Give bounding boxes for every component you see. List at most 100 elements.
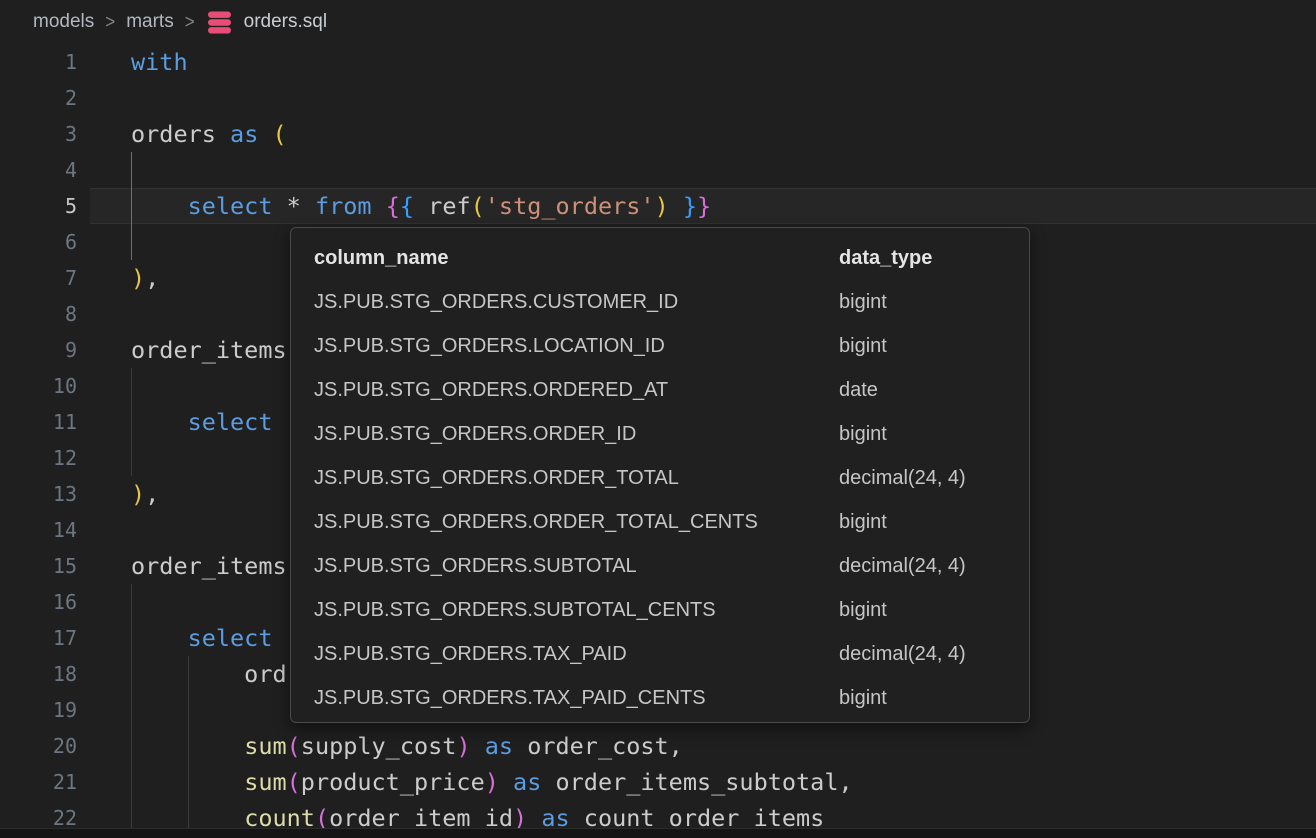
token: supply_cost — [301, 732, 457, 760]
code-line[interactable]: 2 — [0, 80, 1316, 116]
token: select — [188, 624, 273, 652]
token: } — [683, 192, 697, 220]
line-number[interactable]: 4 — [0, 152, 77, 188]
token — [131, 624, 188, 652]
token: from — [315, 192, 372, 220]
tooltip-column-header-name: column_name — [314, 247, 839, 270]
breadcrumb-item-models[interactable]: models — [33, 11, 94, 33]
token: ) — [131, 480, 145, 508]
chevron-right-icon: > — [105, 11, 115, 34]
tooltip-cell-data-type: bigint — [839, 423, 1029, 446]
tooltip-cell-data-type: decimal(24, 4) — [839, 643, 1029, 666]
line-number[interactable]: 13 — [0, 476, 77, 512]
line-number[interactable]: 11 — [0, 404, 77, 440]
code-line[interactable]: 5 select * from {{ ref('stg_orders') }} — [0, 188, 1316, 224]
tooltip-cell-column-name: JS.PUB.STG_ORDERS.TAX_PAID_CENTS — [314, 687, 839, 710]
code-text: ), — [131, 260, 159, 296]
token: , — [145, 264, 159, 292]
line-number[interactable]: 1 — [0, 44, 77, 80]
tooltip-row: JS.PUB.STG_ORDERS.LOCATION_IDbigint — [314, 324, 1029, 368]
line-number[interactable]: 21 — [0, 764, 77, 800]
indent-guide — [188, 656, 189, 692]
token: sum — [244, 732, 286, 760]
indent-guide — [131, 692, 132, 728]
token — [131, 408, 188, 436]
indent-guide — [131, 440, 132, 476]
breadcrumb-file-name[interactable]: orders.sql — [244, 11, 327, 33]
line-number[interactable]: 19 — [0, 692, 77, 728]
indent-guide — [131, 584, 132, 620]
line-number[interactable]: 10 — [0, 368, 77, 404]
line-number[interactable]: 18 — [0, 656, 77, 692]
code-line[interactable]: 21 sum(product_price) as order_items_sub… — [0, 764, 1316, 800]
token: ( — [287, 732, 301, 760]
token — [372, 192, 386, 220]
token — [414, 192, 428, 220]
token: ref — [428, 192, 470, 220]
token: as — [513, 768, 541, 796]
code-text: sum(product_price) as order_items_subtot… — [131, 764, 853, 800]
tooltip-cell-data-type: bigint — [839, 511, 1029, 534]
breadcrumb: models > marts > orders.sql — [0, 0, 1316, 44]
tooltip-cell-column-name: JS.PUB.STG_ORDERS.ORDER_ID — [314, 423, 839, 446]
tooltip-cell-data-type: decimal(24, 4) — [839, 467, 1029, 490]
line-number[interactable]: 9 — [0, 332, 77, 368]
line-number[interactable]: 12 — [0, 440, 77, 476]
line-number[interactable]: 17 — [0, 620, 77, 656]
breadcrumb-item-marts[interactable]: marts — [126, 11, 174, 33]
tooltip-cell-data-type: bigint — [839, 599, 1029, 622]
code-line[interactable]: 4 — [0, 152, 1316, 188]
line-number[interactable]: 6 — [0, 224, 77, 260]
token: order_cost, — [527, 732, 683, 760]
indent-guide — [131, 620, 132, 656]
line-number[interactable]: 3 — [0, 116, 77, 152]
tooltip-cell-data-type: bigint — [839, 687, 1029, 710]
token: as — [230, 120, 258, 148]
tooltip-cell-column-name: JS.PUB.STG_ORDERS.SUBTOTAL — [314, 555, 839, 578]
line-number[interactable]: 15 — [0, 548, 77, 584]
indent-guide — [188, 764, 189, 800]
line-number[interactable]: 14 — [0, 512, 77, 548]
indent-guide — [131, 764, 132, 800]
tooltip-row: JS.PUB.STG_ORDERS.ORDER_TOTAL_CENTSbigin… — [314, 500, 1029, 544]
tooltip-row: JS.PUB.STG_ORDERS.ORDER_TOTALdecimal(24,… — [314, 456, 1029, 500]
token: order_items_subtotal, — [556, 768, 853, 796]
tooltip-row: JS.PUB.STG_ORDERS.TAX_PAIDdecimal(24, 4) — [314, 632, 1029, 676]
tooltip-row: JS.PUB.STG_ORDERS.CUSTOMER_IDbigint — [314, 280, 1029, 324]
line-number[interactable]: 2 — [0, 80, 77, 116]
line-number[interactable]: 20 — [0, 728, 77, 764]
tooltip-cell-column-name: JS.PUB.STG_ORDERS.SUBTOTAL_CENTS — [314, 599, 839, 622]
token: select — [188, 192, 273, 220]
code-text: ), — [131, 476, 159, 512]
code-line[interactable]: 1 with — [0, 44, 1316, 80]
token: product_price — [301, 768, 485, 796]
code-text: select — [131, 404, 272, 440]
token: , — [145, 480, 159, 508]
tooltip-row: JS.PUB.STG_ORDERS.ORDER_IDbigint — [314, 412, 1029, 456]
line-number[interactable]: 8 — [0, 296, 77, 332]
indent-guide — [131, 368, 132, 404]
token: ord — [131, 660, 287, 688]
tooltip-cell-data-type: date — [839, 379, 1029, 402]
token: } — [697, 192, 711, 220]
token: ) — [131, 264, 145, 292]
tooltip-cell-column-name: JS.PUB.STG_ORDERS.ORDER_TOTAL_CENTS — [314, 511, 839, 534]
column-info-tooltip: column_name data_type JS.PUB.STG_ORDERS.… — [290, 227, 1030, 723]
tooltip-cell-column-name: JS.PUB.STG_ORDERS.ORDERED_AT — [314, 379, 839, 402]
tooltip-row: JS.PUB.STG_ORDERS.SUBTOTAL_CENTSbigint — [314, 588, 1029, 632]
token: sum — [244, 768, 286, 796]
token: order_items — [131, 552, 287, 580]
token — [513, 732, 527, 760]
code-text: order_items — [131, 332, 287, 368]
line-number[interactable]: 5 — [0, 188, 77, 224]
code-text: order_items — [131, 548, 287, 584]
indent-guide — [131, 152, 132, 188]
token: orders — [131, 120, 230, 148]
tooltip-row: JS.PUB.STG_ORDERS.ORDERED_ATdate — [314, 368, 1029, 412]
line-number[interactable]: 16 — [0, 584, 77, 620]
code-line[interactable]: 20 sum(supply_cost) as order_cost, — [0, 728, 1316, 764]
line-number[interactable]: 7 — [0, 260, 77, 296]
code-line[interactable]: 3orders as ( — [0, 116, 1316, 152]
token: with — [131, 48, 188, 76]
token: * — [287, 192, 301, 220]
